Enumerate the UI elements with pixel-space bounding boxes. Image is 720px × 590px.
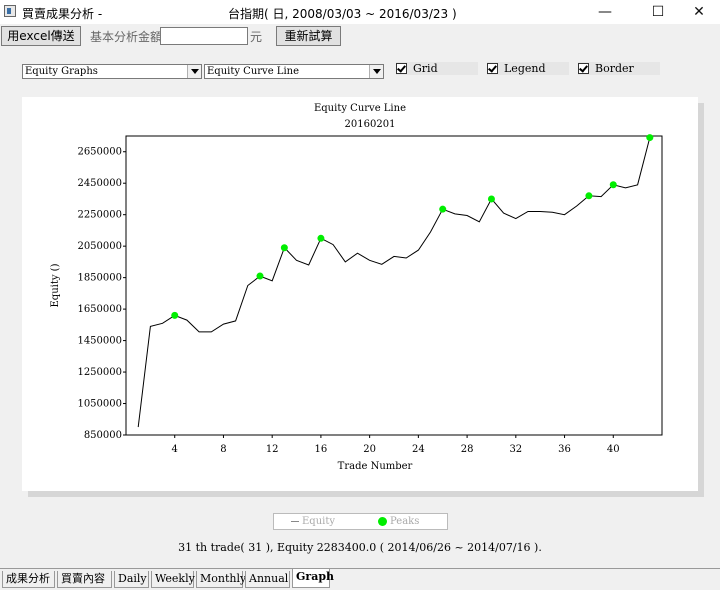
peak-point xyxy=(585,192,593,200)
close-button[interactable]: ✕ xyxy=(676,0,720,24)
peaks-legend-dot-icon xyxy=(378,517,387,526)
tab-graph[interactable]: Graph xyxy=(292,569,334,588)
chevron-down-icon xyxy=(187,65,201,78)
checkmark-icon xyxy=(578,63,589,74)
x-tick-label: 36 xyxy=(558,444,571,455)
grid-checkbox[interactable]: Grid xyxy=(396,62,478,75)
equity-chart: 850000 1050000 1250000 1450000 1650000 185000… xyxy=(50,134,663,472)
legend-item-peaks: Peaks xyxy=(390,516,420,527)
tab-bar: 成果分析 買賣內容 Daily Weekly Monthly Annual Gr… xyxy=(0,568,720,590)
peak-point xyxy=(256,272,264,280)
x-tick-label: 12 xyxy=(266,444,279,455)
tab-daily[interactable]: Daily xyxy=(114,571,149,588)
peak-point xyxy=(317,234,325,242)
y-tick-label: 850000 xyxy=(84,430,122,441)
equity-legend-line xyxy=(291,521,299,522)
legend-checkbox-label: Legend xyxy=(504,62,546,75)
peak-point xyxy=(439,205,447,213)
maximize-button[interactable]: ☐ xyxy=(635,0,681,24)
window-subtitle: 台指期( 日, 2008/03/03 ~ 2016/03/23 ) xyxy=(228,7,457,21)
x-tick-label: 28 xyxy=(461,444,474,455)
graph-style-value: Equity Curve Line xyxy=(207,66,300,77)
y-axis-label: Equity () xyxy=(50,263,61,307)
border-checkbox-label: Border xyxy=(595,62,634,75)
excel-export-button[interactable]: 用excel傳送 xyxy=(1,26,81,46)
tab-analysis-results[interactable]: 成果分析 xyxy=(2,571,55,588)
x-tick-label: 4 xyxy=(172,444,178,455)
graph-type-value: Equity Graphs xyxy=(25,66,98,77)
tab-trade-details[interactable]: 買賣內容 xyxy=(57,571,112,588)
y-tick-label: 1650000 xyxy=(77,304,122,315)
checkmark-icon xyxy=(487,63,498,74)
peak-point xyxy=(646,134,654,142)
x-tick-label: 32 xyxy=(509,444,522,455)
tab-monthly[interactable]: Monthly xyxy=(196,571,246,588)
x-axis-label: Trade Number xyxy=(338,461,413,472)
peak-point xyxy=(609,181,617,189)
x-tick-label: 40 xyxy=(607,444,620,455)
window-title: 買賣成果分析 - xyxy=(22,7,103,21)
peak-point xyxy=(487,195,495,203)
y-tick-label: 2450000 xyxy=(77,178,122,189)
grid-checkbox-label: Grid xyxy=(413,62,438,75)
y-tick-label: 2650000 xyxy=(77,147,122,158)
graph-style-select[interactable]: Equity Curve Line xyxy=(204,64,384,79)
chevron-down-icon xyxy=(369,65,383,78)
chart-panel: Equity Curve Line 20160201 850000 1050000… xyxy=(22,97,698,491)
plot-frame xyxy=(125,135,663,436)
y-tick-label: 1450000 xyxy=(77,336,122,347)
peak-point xyxy=(280,244,288,252)
y-tick-label: 1250000 xyxy=(77,367,122,378)
status-line: 31 th trade( 31 ), Equity 2283400.0 ( 20… xyxy=(178,541,542,554)
graph-type-select[interactable]: Equity Graphs xyxy=(22,64,202,79)
tab-annual[interactable]: Annual xyxy=(245,571,290,588)
tab-weekly[interactable]: Weekly xyxy=(151,571,195,588)
recalculate-button[interactable]: 重新試算 xyxy=(276,26,341,46)
y-tick-label: 1050000 xyxy=(77,399,122,410)
base-amount-input[interactable] xyxy=(160,27,248,45)
y-tick-label: 2250000 xyxy=(77,210,122,221)
title-bar: 買賣成果分析 - 台指期( 日, 2008/03/03 ~ 2016/03/23… xyxy=(0,0,720,24)
x-tick-label: 16 xyxy=(315,444,328,455)
legend-item-equity: Equity xyxy=(302,516,336,527)
border-checkbox[interactable]: Border xyxy=(578,62,660,75)
app-icon xyxy=(4,5,16,17)
minimize-button[interactable]: — xyxy=(582,0,628,24)
base-amount-label: 基本分析金額 xyxy=(90,30,163,44)
x-tick-label: 8 xyxy=(220,444,226,455)
checkmark-icon xyxy=(396,63,407,74)
x-tick-label: 24 xyxy=(412,444,425,455)
chart-legend: Equity Peaks xyxy=(273,513,448,530)
legend-checkbox[interactable]: Legend xyxy=(487,62,569,75)
x-tick-label: 20 xyxy=(363,444,376,455)
y-tick-label: 1850000 xyxy=(77,273,122,284)
y-tick-label: 2050000 xyxy=(77,241,122,252)
currency-label: 元 xyxy=(250,30,263,44)
peak-point xyxy=(171,311,179,319)
